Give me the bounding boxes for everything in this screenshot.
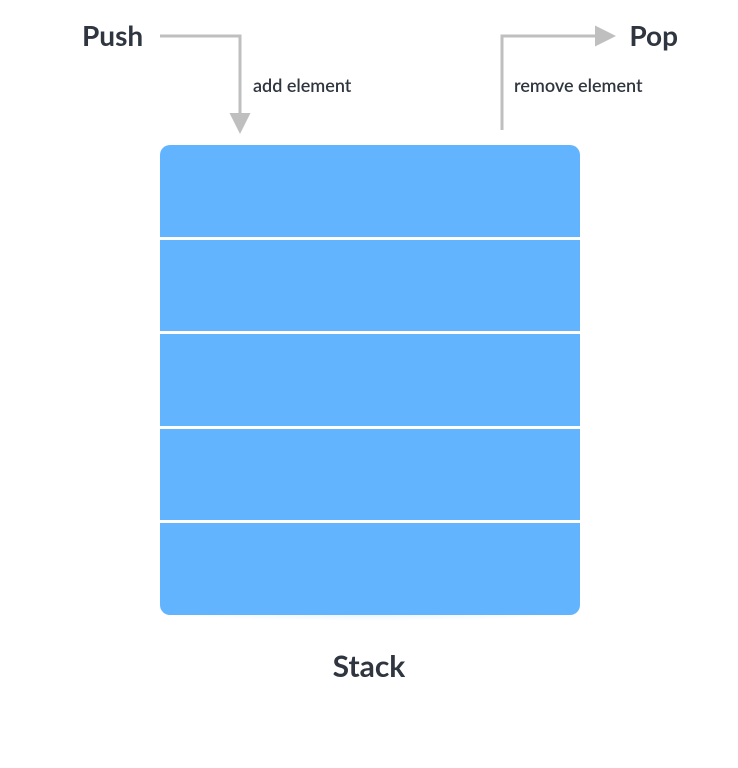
stack-container (160, 145, 580, 615)
push-arrow-icon (160, 36, 240, 128)
stack-cell (160, 237, 580, 332)
add-element-label: add element (253, 74, 351, 96)
stack-body (160, 145, 580, 615)
stack-title: Stack (0, 648, 738, 684)
diagram-canvas: Push Pop add element remove element Stac… (0, 0, 738, 768)
stack-cell (160, 426, 580, 521)
stack-cell (160, 145, 580, 237)
remove-element-label: remove element (514, 74, 643, 96)
stack-cell (160, 331, 580, 426)
pop-label: Pop (629, 18, 678, 52)
push-label: Push (82, 18, 143, 52)
stack-cell (160, 520, 580, 615)
